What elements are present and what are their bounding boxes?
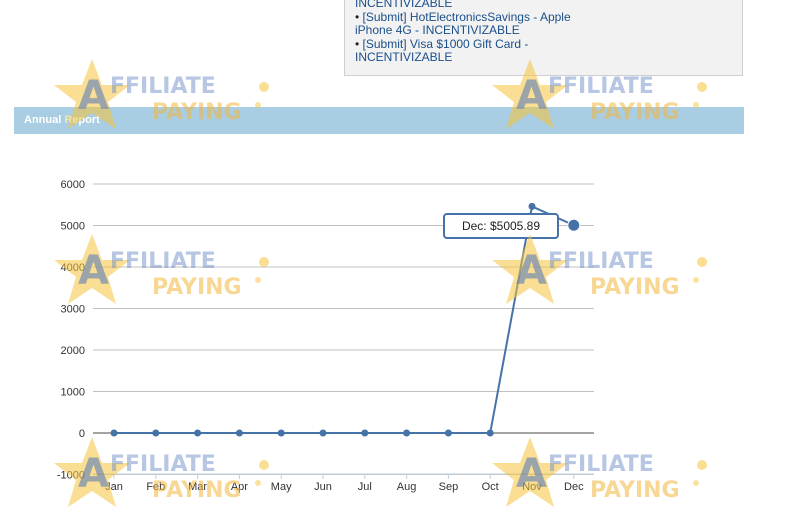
x-tick-label: Feb <box>146 481 165 493</box>
data-point <box>277 429 285 437</box>
tooltip-text: Dec: $5005.89 <box>462 219 540 233</box>
series-line <box>114 205 575 434</box>
x-tick-label: Sep <box>439 481 459 493</box>
data-point <box>194 429 202 437</box>
data-point <box>361 429 369 437</box>
data-point <box>110 429 118 437</box>
y-tick-label: -1000 <box>57 470 85 482</box>
y-tick-label: 5000 <box>61 221 85 233</box>
x-tick-label: May <box>271 481 292 493</box>
data-point <box>567 218 581 232</box>
y-tick-label: 0 <box>79 428 85 440</box>
x-tick-label: Jan <box>105 481 123 493</box>
data-point <box>444 429 452 437</box>
data-point <box>486 429 494 437</box>
data-point <box>235 429 243 437</box>
x-tick-label: Jul <box>358 481 372 493</box>
y-tick-label: 6000 <box>61 179 85 191</box>
x-tick-label: Dec <box>564 481 584 493</box>
x-tick-label: Oct <box>482 481 499 493</box>
y-tick-label: 3000 <box>61 304 85 316</box>
data-point <box>528 202 536 210</box>
data-point <box>319 429 327 437</box>
y-tick-label: 2000 <box>61 345 85 357</box>
x-tick-label: Apr <box>231 481 248 493</box>
x-tick-label: Nov <box>522 481 542 493</box>
annual-report-chart: -1000 0 1000 2000 3000 4000 5000 6000 Jan Feb Mar A… <box>57 179 594 493</box>
y-tick-label: 4000 <box>61 262 85 274</box>
x-tick-label: Jun <box>314 481 332 493</box>
x-tick-label: Mar <box>188 481 207 493</box>
data-point <box>152 429 160 437</box>
y-tick-label: 1000 <box>61 387 85 399</box>
data-point <box>403 429 411 437</box>
x-tick-label: Aug <box>397 481 417 493</box>
